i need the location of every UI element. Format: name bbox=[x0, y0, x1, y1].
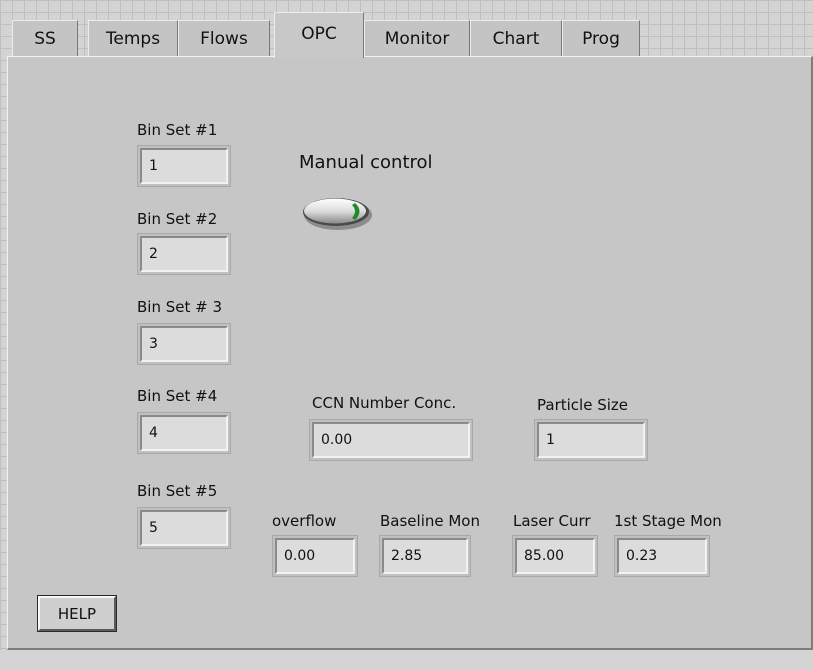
baseline-mon-field: 2.85 bbox=[382, 538, 468, 574]
tab-flows[interactable]: Flows bbox=[178, 20, 270, 57]
particle-size-field: 1 bbox=[537, 422, 645, 458]
bin-set-4-field[interactable]: 4 bbox=[140, 415, 228, 451]
bin-set-2-field[interactable]: 2 bbox=[140, 236, 228, 272]
bottom-strip bbox=[0, 650, 813, 670]
manual-control-label: Manual control bbox=[299, 152, 433, 173]
particle-size-label: Particle Size bbox=[537, 396, 628, 414]
laser-curr-label: Laser Curr bbox=[513, 512, 591, 530]
laser-curr-field: 85.00 bbox=[515, 538, 595, 574]
first-stage-mon-field: 0.23 bbox=[617, 538, 707, 574]
tab-chart[interactable]: Chart bbox=[470, 20, 562, 57]
bin-set-3-field[interactable]: 3 bbox=[140, 326, 228, 362]
overflow-label: overflow bbox=[272, 512, 337, 530]
tab-ss[interactable]: SS bbox=[12, 20, 78, 57]
bin-set-5-label: Bin Set #5 bbox=[137, 482, 218, 500]
tab-temps[interactable]: Temps bbox=[88, 20, 178, 57]
first-stage-mon-label: 1st Stage Mon bbox=[614, 512, 722, 530]
ccn-number-conc-field: 0.00 bbox=[312, 422, 470, 458]
bin-set-1-field[interactable]: 1 bbox=[140, 148, 228, 184]
manual-control-toggle[interactable] bbox=[300, 194, 374, 232]
help-button[interactable]: HELP bbox=[37, 595, 117, 632]
ccn-number-conc-label: CCN Number Conc. bbox=[312, 394, 457, 412]
baseline-mon-label: Baseline Mon bbox=[380, 512, 480, 530]
bin-set-2-label: Bin Set #2 bbox=[137, 210, 218, 228]
bin-set-1-label: Bin Set #1 bbox=[137, 121, 218, 139]
bin-set-5-field[interactable]: 5 bbox=[140, 510, 228, 546]
overflow-field: 0.00 bbox=[275, 538, 355, 574]
tab-monitor[interactable]: Monitor bbox=[364, 20, 470, 57]
bin-set-3-label: Bin Set # 3 bbox=[137, 298, 223, 316]
tab-prog[interactable]: Prog bbox=[562, 20, 640, 57]
tab-opc[interactable]: OPC bbox=[274, 12, 364, 58]
bin-set-4-label: Bin Set #4 bbox=[137, 387, 218, 405]
